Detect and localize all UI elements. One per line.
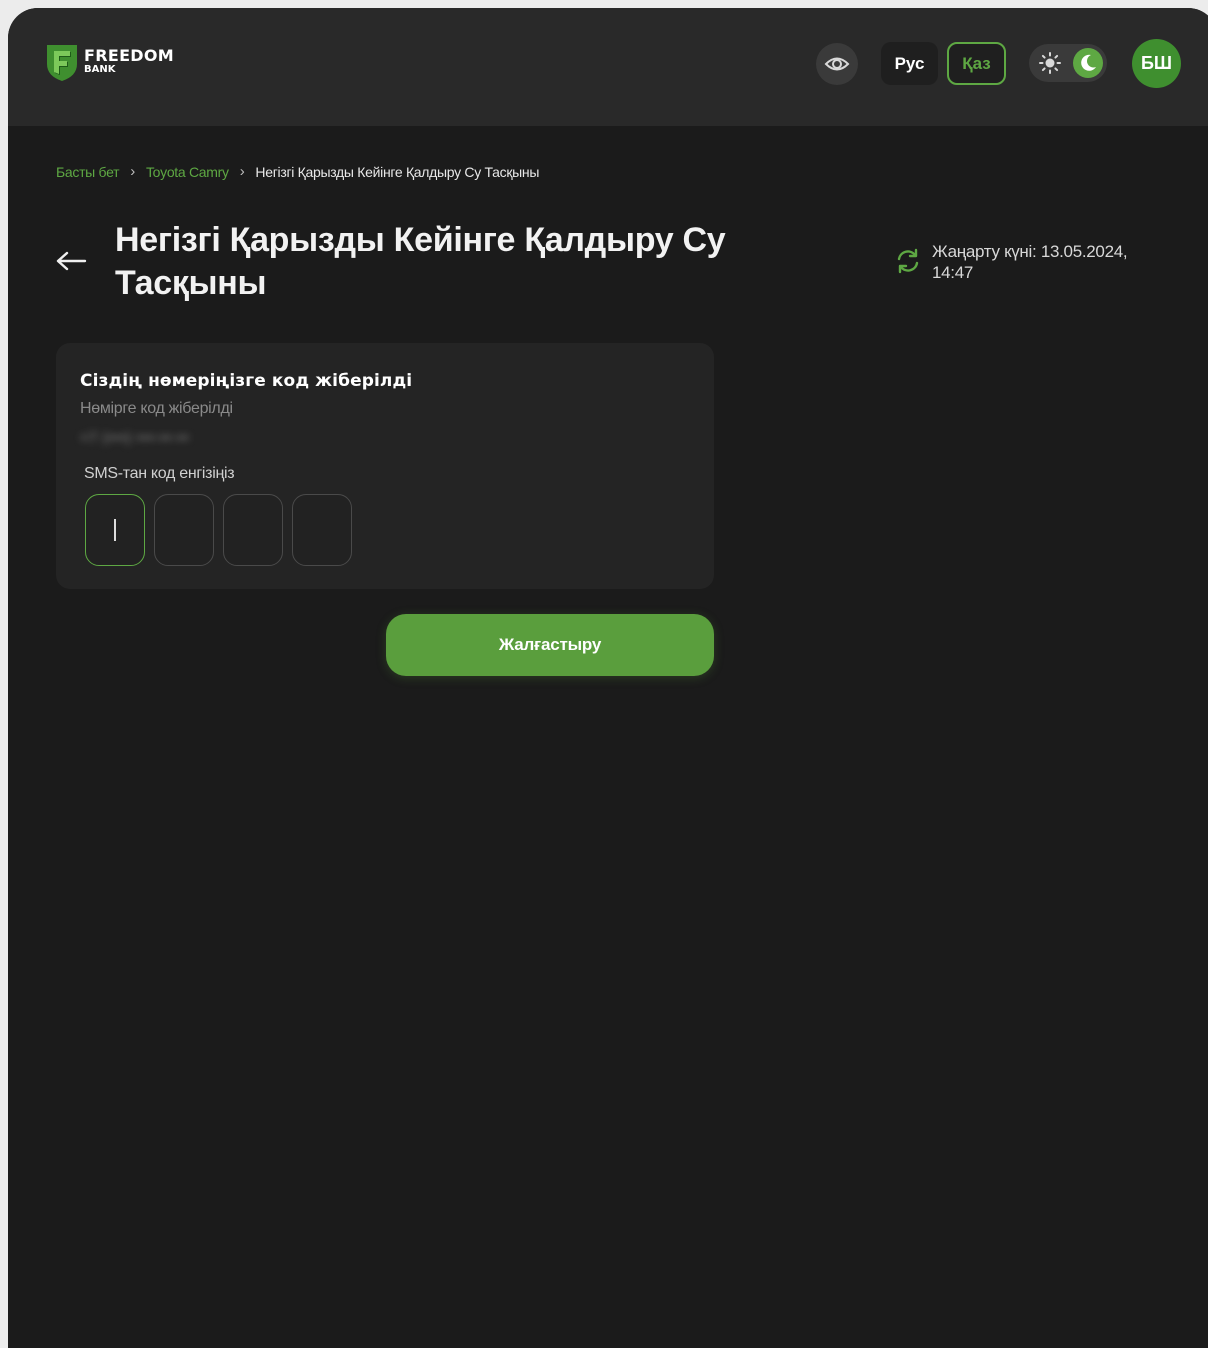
accessibility-eye-button[interactable] [816, 43, 858, 85]
sms-verification-card: Сіздің нөмеріңізге код жіберілді Нөмірге… [56, 343, 714, 589]
masked-phone-number: +7 (•••) •••-••-•• [80, 429, 190, 445]
header: FREEDOM BANK Рус Қаз БШ [8, 8, 1208, 126]
refresh-icon[interactable] [894, 247, 922, 275]
page-title: Негізгі Қарызды Кейінге Қалдыру Су Тасқы… [115, 221, 726, 302]
sms-code-label: SMS-тан код енгізіңіз [84, 465, 235, 482]
theme-toggle-knob [1073, 48, 1103, 78]
language-kz-button[interactable]: Қаз [947, 42, 1006, 85]
logo-wordmark: FREEDOM [84, 46, 175, 65]
card-subtitle: Нөмірге код жіберілді [80, 400, 233, 417]
user-avatar[interactable]: БШ [1132, 39, 1181, 88]
freedom-logo-icon [47, 45, 77, 81]
breadcrumb-home[interactable]: Басты бет [56, 164, 120, 180]
chevron-right-icon: › [239, 163, 245, 180]
theme-toggle[interactable] [1029, 44, 1107, 82]
otp-digit-3[interactable] [223, 494, 283, 566]
chevron-right-icon: › [130, 163, 135, 180]
arrow-left-icon [56, 251, 87, 271]
breadcrumb: Басты бет › Toyota Camry › Негізгі Қарыз… [56, 163, 539, 180]
logo-subword: BANK [84, 64, 116, 75]
moon-icon [1081, 54, 1096, 71]
back-button[interactable] [55, 249, 87, 278]
otp-digit-1[interactable] [85, 494, 145, 566]
language-ru-button[interactable]: Рус [881, 42, 938, 85]
breadcrumb-current: Негізгі Қарызды Кейінге Қалдыру Су Тасқы… [255, 163, 540, 180]
text-caret [114, 519, 116, 541]
sun-icon [1039, 52, 1061, 74]
last-updated-text: Жаңарту күні: 13.05.2024, 14:47 [932, 242, 1128, 282]
otp-digit-2[interactable] [154, 494, 214, 566]
otp-input-group [85, 494, 361, 566]
app-window: FREEDOM BANK Рус Қаз БШ Басты бет › Toyo… [8, 8, 1208, 1348]
otp-digit-4[interactable] [292, 494, 352, 566]
breadcrumb-vehicle[interactable]: Toyota Camry [146, 164, 229, 180]
eye-icon [824, 57, 850, 71]
card-title: Сіздің нөмеріңізге код жіберілді [80, 371, 413, 391]
freedom-bank-logo[interactable]: FREEDOM BANK [46, 44, 174, 82]
last-updated: Жаңарту күні: 13.05.2024, 14:47 [894, 241, 1142, 283]
continue-button[interactable]: Жалғастыру [386, 614, 714, 676]
